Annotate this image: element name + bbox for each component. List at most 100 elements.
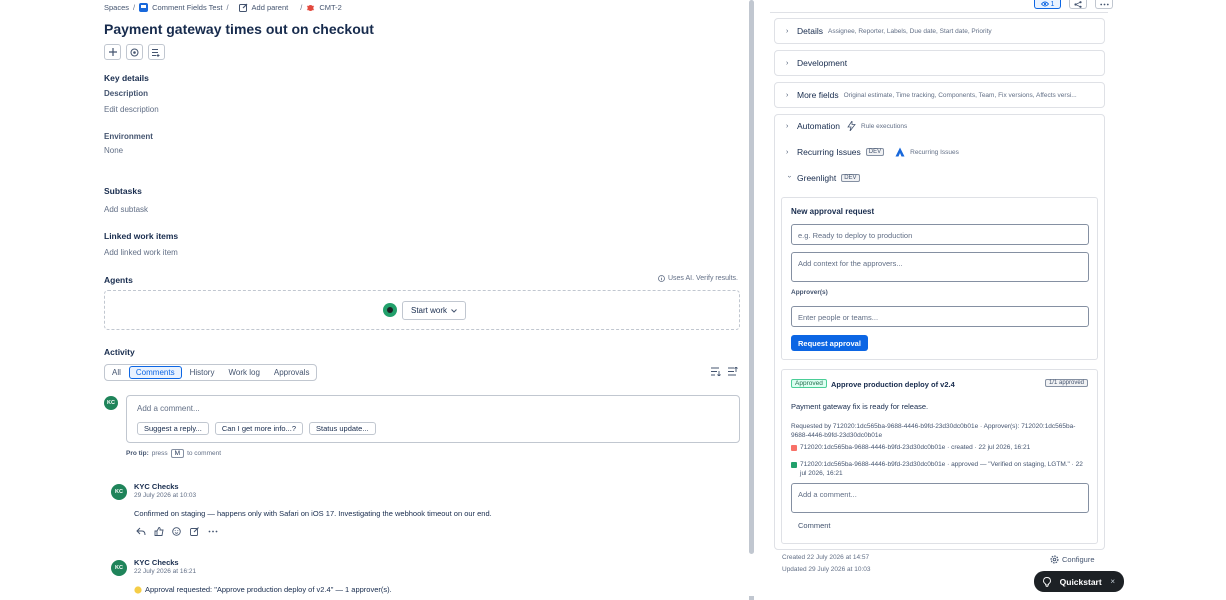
sort-icon[interactable] [728,367,738,376]
agents-heading: Agents [104,275,133,285]
add-subtask-link[interactable]: Add subtask [104,205,148,214]
eye-icon [1040,1,1049,7]
comment-author[interactable]: KYC Checks [134,482,179,491]
more-fields-panel[interactable]: › More fields Original estimate, Time tr… [774,82,1105,108]
approval-comment-input[interactable]: Add a comment... [791,483,1089,513]
agent-bot-icon [383,303,397,317]
breadcrumb-project[interactable]: Comment Fields Test [152,3,222,12]
chevron-right-icon: › [786,27,789,35]
more-actions-button[interactable] [1095,0,1113,9]
comment-date: 29 July 2026 at 10:03 [134,492,197,499]
comment-avatar: KC [111,484,127,500]
bug-icon [306,3,315,12]
approval-request-card: Approved Approve production deploy of v2… [781,369,1098,544]
breadcrumb-issue-key[interactable]: CMT-2 [319,3,342,12]
close-icon[interactable]: × [1110,577,1115,586]
main-scrollbar[interactable] [749,0,754,554]
request-approval-button[interactable]: Request approval [791,335,868,351]
new-approval-heading: New approval request [791,207,875,216]
checkbox-icon [791,462,797,468]
more-info-chip[interactable]: Can I get more info...? [214,422,304,435]
greenlight-title: Greenlight [797,173,837,183]
shortcut-key: M [170,449,185,458]
status-update-chip[interactable]: Status update... [309,422,376,435]
recurring-issues-title: Recurring Issues [797,147,861,157]
agents-panel: Start work [104,290,740,330]
chevron-down-icon: › [785,175,793,178]
comment-button[interactable]: Comment [798,521,831,530]
recurring-issues-row[interactable]: › Recurring Issues DEV Recurring Issues [786,147,959,157]
details-summary: Assignee, Reporter, Labels, Due date, St… [827,27,992,35]
activity-heading: Activity [104,347,135,357]
comment-editor[interactable]: Add a comment... Suggest a reply... Can … [126,395,740,443]
approval-log-created: 712020:1dc565ba-9688-4446-b9fd-23d30dc0b… [791,444,1091,453]
dev-badge: DEV [841,174,860,182]
avatar: KC [104,396,118,410]
comment-actions [136,527,218,536]
status-badge: Approved [791,379,827,388]
add-reaction-icon[interactable] [172,527,182,536]
environment-label: Environment [104,132,153,141]
tab-comments[interactable]: Comments [128,366,182,379]
dev-badge: DEV [865,148,885,156]
approval-context-input[interactable]: Add context for the approvers... [791,252,1089,282]
start-work-button[interactable]: Start work [402,301,467,320]
comment-author[interactable]: KYC Checks [134,558,179,567]
lightbulb-icon [1043,576,1051,587]
share-icon [1074,0,1082,8]
settings-icon [130,48,139,56]
environment-field[interactable]: None [104,146,123,155]
activity-sort-controls [711,367,738,376]
plus-icon [108,48,117,56]
chevron-right-icon: › [786,59,789,67]
breadcrumb-add-parent[interactable]: Add parent [252,3,289,12]
apps-button[interactable] [126,44,143,60]
chevron-right-icon: › [786,91,789,99]
top-actions: 1 [1034,0,1113,9]
approvers-label: Approver(s) [791,289,828,296]
description-field[interactable]: Edit description [104,105,159,114]
project-icon [139,3,149,12]
divider [770,12,1108,13]
pro-tip: Pro tip: press M to comment [126,449,222,458]
breadcrumb-spaces[interactable]: Spaces [104,3,129,12]
greenlight-row[interactable]: › Greenlight DEV [786,173,860,183]
approval-title: Approve production deploy of v2.4 [831,380,955,389]
share-button[interactable] [1069,0,1087,9]
edit-icon[interactable] [190,527,200,536]
subtasks-heading: Subtasks [104,186,142,196]
linked-items-heading: Linked work items [104,231,179,241]
more-fields-title: More fields [797,90,839,100]
comment-input[interactable]: Add a comment... [137,404,200,413]
add-linked-item-link[interactable]: Add linked work item [104,248,178,257]
created-icon [791,445,797,451]
development-title: Development [797,58,848,68]
checklist-button[interactable] [148,44,165,60]
tab-all[interactable]: All [106,366,127,379]
tab-approvals[interactable]: Approvals [268,366,316,379]
add-button[interactable] [104,44,121,60]
approvers-input[interactable]: Enter people or teams... [791,306,1089,327]
reply-icon[interactable] [136,527,146,536]
suggest-reply-chip[interactable]: Suggest a reply... [137,422,209,435]
thumbs-up-icon[interactable] [154,527,164,536]
more-fields-summary: Original estimate, Time tracking, Compon… [843,91,1077,99]
development-panel[interactable]: › Development [774,50,1105,76]
ai-note: Uses AI. Verify results. [658,275,738,282]
configure-button[interactable]: Configure [1050,555,1095,564]
approval-count-badge: 1/1 approved [1044,379,1088,387]
approval-title-input[interactable]: e.g. Ready to deploy to production [791,224,1089,245]
filter-icon[interactable] [711,367,721,376]
activity-tabs: All Comments History Work log Approvals [104,364,318,381]
tab-history[interactable]: History [184,366,221,379]
comment-body: Confirmed on staging — happens only with… [134,509,492,518]
lightning-icon [847,121,856,131]
gear-icon [1050,555,1059,564]
automation-row[interactable]: › Automation Rule executions [786,121,907,131]
more-icon[interactable] [208,527,218,536]
tab-work-log[interactable]: Work log [222,366,265,379]
watch-button[interactable]: 1 [1034,0,1061,9]
quickstart-button[interactable]: Quickstart × [1034,571,1124,592]
comment-date: 22 July 2026 at 16:21 [134,568,197,575]
details-panel[interactable]: › Details Assignee, Reporter, Labels, Du… [774,18,1105,44]
